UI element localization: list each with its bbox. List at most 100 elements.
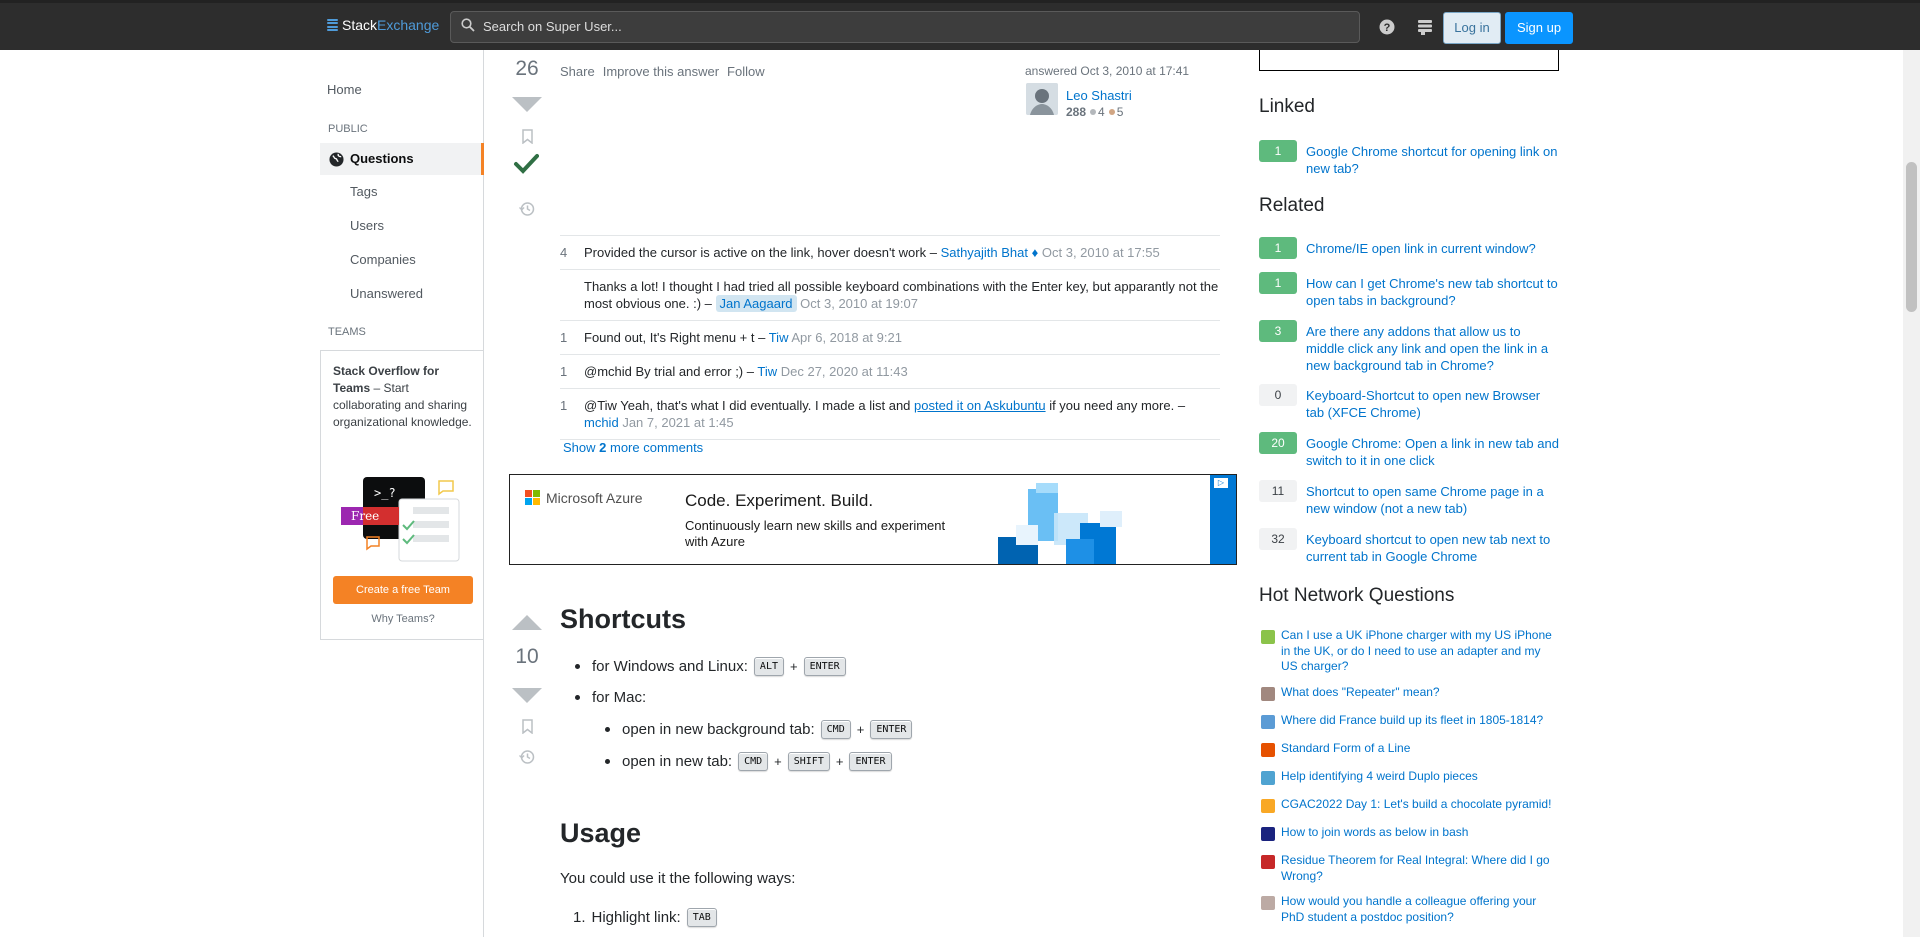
site-favicon-icon	[1261, 630, 1275, 644]
comment-score: 4	[560, 245, 568, 260]
improve-answer-link[interactable]: Improve this answer	[603, 64, 719, 79]
site-favicon-icon	[1261, 896, 1275, 910]
nav-companies[interactable]: Companies	[350, 252, 416, 267]
hot-question-link[interactable]: How to join words as below in bash	[1281, 825, 1559, 841]
answer1-downvote-button[interactable]	[512, 97, 542, 112]
related-question-link[interactable]: Shortcut to open same Chrome page in a n…	[1306, 483, 1561, 517]
hot-question-link[interactable]: Standard Form of a Line	[1281, 741, 1559, 757]
hot-question-link[interactable]: How would you handle a colleague offerin…	[1281, 894, 1559, 925]
related-answer-count: 11	[1259, 480, 1297, 502]
teams-illustration-prompt: >_?	[374, 486, 396, 500]
comment-user-link[interactable]: mchid	[584, 415, 619, 430]
scrollbar-thumb[interactable]	[1906, 162, 1917, 312]
nav-tags[interactable]: Tags	[350, 184, 377, 199]
comment-text-tail: if you need any more. –	[1045, 398, 1186, 413]
adchoices-icon[interactable]: ▷	[1214, 478, 1228, 488]
answer1-vote-count: 26	[515, 57, 539, 80]
signup-button[interactable]: Sign up	[1505, 12, 1573, 44]
kbd-enter: ENTER	[870, 720, 913, 739]
create-team-button[interactable]: Create a free Team	[333, 576, 473, 604]
login-button[interactable]: Log in	[1443, 12, 1501, 44]
kbd-enter: ENTER	[803, 657, 846, 676]
nav-users[interactable]: Users	[350, 218, 384, 233]
comment-user-link[interactable]: Sathyajith Bhat	[941, 245, 1028, 260]
left-sidebar: Home PUBLIC Questions Tags Users Compani…	[320, 50, 484, 937]
comment-date[interactable]: Dec 27, 2020 at 11:43	[781, 364, 908, 379]
teams-promo-text: Stack Overflow for Teams – Start collabo…	[333, 363, 473, 431]
brand-stack: Stack	[342, 17, 378, 33]
nav-section-public: PUBLIC	[328, 123, 368, 135]
hot-question-link[interactable]: Residue Theorem for Real Integral: Where…	[1281, 853, 1559, 884]
user-name-link[interactable]: Leo Shastri	[1066, 88, 1132, 103]
answer2-vote-count: 10	[515, 645, 539, 668]
comment-inline-link[interactable]: posted it on Askubuntu	[914, 398, 1046, 413]
show-more-comments-link[interactable]: Show 2 more comments	[563, 440, 703, 455]
share-link[interactable]: Share	[560, 64, 595, 79]
site-switcher-icon[interactable]	[1414, 16, 1436, 38]
related-question-link[interactable]: Chrome/IE open link in current window?	[1306, 240, 1561, 257]
hot-question-link[interactable]: Help identifying 4 weird Duplo pieces	[1281, 769, 1559, 785]
follow-link[interactable]: Follow	[727, 64, 765, 79]
microsoft-logo-icon	[525, 490, 540, 505]
help-icon[interactable]: ?	[1376, 16, 1398, 38]
comment-text: Provided the cursor is active on the lin…	[584, 245, 941, 260]
show-more-suffix: more comments	[606, 440, 704, 455]
kbd-plus: +	[789, 659, 798, 674]
comment-user-link[interactable]: Tiw	[757, 364, 777, 379]
comment-date[interactable]: Oct 3, 2010 at 19:07	[800, 296, 918, 311]
hot-question-link[interactable]: Can I use a UK iPhone charger with my US…	[1281, 628, 1559, 675]
comment-score: 1	[560, 364, 568, 379]
kbd-plus: +	[856, 722, 865, 737]
related-answer-count: 1	[1259, 272, 1297, 294]
comment-item: 1 @mchid By trial and error ;) – Tiw Dec…	[560, 355, 1220, 389]
reputation-score: 288	[1066, 105, 1087, 119]
comment-date[interactable]: Apr 6, 2018 at 9:21	[791, 330, 902, 345]
linked-question-link[interactable]: Google Chrome shortcut for opening link …	[1306, 143, 1561, 177]
comment-date[interactable]: Oct 3, 2010 at 17:55	[1042, 245, 1160, 260]
related-question-link[interactable]: Keyboard-Shortcut to open new Browser ta…	[1306, 387, 1561, 421]
comment-date[interactable]: Jan 7, 2021 at 1:45	[622, 415, 733, 430]
history-icon[interactable]	[519, 201, 535, 217]
site-favicon-icon	[1261, 799, 1275, 813]
comment-text: @mchid By trial and error ;) –	[584, 364, 758, 379]
bookmark-icon[interactable]	[522, 129, 533, 144]
comment-user-link[interactable]: Jan Aagaard	[715, 295, 797, 312]
related-title: Related	[1259, 195, 1325, 216]
top-bar: StackExchange Search on Super User... ? …	[0, 0, 1920, 50]
hot-network-title: Hot Network Questions	[1259, 585, 1455, 606]
kbd-plus: +	[774, 754, 782, 769]
comment-text: Found out, It's Right menu + t –	[584, 330, 769, 345]
related-answer-count: 20	[1259, 432, 1297, 454]
related-question-link[interactable]: Google Chrome: Open a link in new tab an…	[1306, 435, 1561, 469]
nav-home[interactable]: Home	[327, 82, 362, 97]
answer2-downvote-button[interactable]	[512, 688, 542, 703]
related-question-link[interactable]: Keyboard shortcut to open new tab next t…	[1306, 531, 1561, 565]
hot-question-link[interactable]: CGAC2022 Day 1: Let's build a chocolate …	[1281, 797, 1559, 813]
answer2-upvote-button[interactable]	[512, 615, 542, 630]
hot-question-link[interactable]: Where did France build up its fleet in 1…	[1281, 713, 1559, 729]
hot-question-link[interactable]: What does "Repeater" mean?	[1281, 685, 1559, 701]
mac-label: for Mac:	[592, 689, 647, 706]
comment-user-link[interactable]: Tiw	[769, 330, 789, 345]
why-teams-link[interactable]: Why Teams?	[321, 613, 485, 625]
related-question-link[interactable]: How can I get Chrome's new tab shortcut …	[1306, 275, 1561, 309]
history-icon[interactable]	[519, 749, 535, 765]
stackexchange-logo[interactable]: StackExchange	[327, 17, 439, 33]
list-item-mac: for Mac:	[575, 689, 646, 706]
bronze-badge-count: 5	[1116, 105, 1124, 119]
list-item-windows: for Windows and Linux: ALT + ENTER	[575, 657, 846, 676]
search-input[interactable]: Search on Super User...	[450, 11, 1360, 43]
advertisement-banner[interactable]: Microsoft Azure Code. Experiment. Build.…	[509, 474, 1237, 565]
bookmark-icon[interactable]	[522, 719, 533, 734]
kbd-cmd: CMD	[820, 720, 851, 739]
page-scrollbar[interactable]	[1903, 50, 1920, 937]
related-question-link[interactable]: Are there any addons that allow us to mi…	[1306, 323, 1561, 374]
site-favicon-icon	[1261, 771, 1275, 785]
avatar[interactable]	[1026, 83, 1058, 115]
windows-linux-label: for Windows and Linux:	[592, 658, 748, 675]
site-favicon-icon	[1261, 855, 1275, 869]
nav-questions-label: Questions	[350, 151, 414, 166]
comment-item: 1 @Tiw Yeah, that's what I did eventuall…	[560, 389, 1220, 440]
nav-questions[interactable]: Questions	[320, 143, 484, 175]
nav-unanswered[interactable]: Unanswered	[350, 286, 423, 301]
